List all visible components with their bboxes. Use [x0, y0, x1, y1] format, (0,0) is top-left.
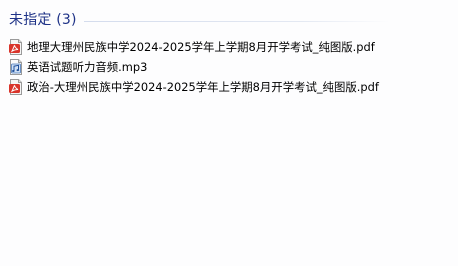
- explorer-file-pane: 未指定 (3) 地理大理州民族中学2024-2025学年上学期8月开学考试_纯图…: [0, 0, 458, 266]
- pdf-icon: [9, 39, 22, 55]
- file-name: 政治-大理州民族中学2024-2025学年上学期8月开学考试_纯图版.pdf: [27, 80, 379, 94]
- list-item[interactable]: 地理大理州民族中学2024-2025学年上学期8月开学考试_纯图版.pdf: [8, 37, 448, 57]
- group-title: 未指定 (3): [9, 12, 77, 28]
- file-name: 英语试题听力音频.mp3: [27, 60, 148, 74]
- audio-file-icon: [10, 59, 22, 75]
- file-name: 地理大理州民族中学2024-2025学年上学期8月开学考试_纯图版.pdf: [27, 40, 375, 54]
- group-header-unspecified[interactable]: 未指定 (3): [9, 10, 77, 30]
- group-divider: [84, 21, 390, 22]
- pdf-icon: [9, 79, 22, 95]
- list-item[interactable]: 政治-大理州民族中学2024-2025学年上学期8月开学考试_纯图版.pdf: [8, 77, 448, 97]
- file-list: 地理大理州民族中学2024-2025学年上学期8月开学考试_纯图版.pdf 英语…: [8, 37, 448, 97]
- list-item[interactable]: 英语试题听力音频.mp3: [8, 57, 448, 77]
